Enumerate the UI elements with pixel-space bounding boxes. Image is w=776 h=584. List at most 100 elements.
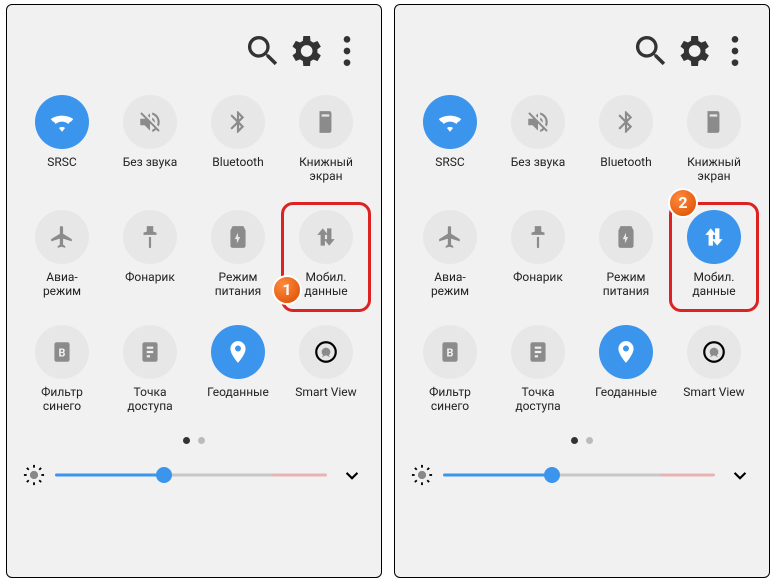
tile-hotspot[interactable]: Точка доступа (110, 325, 190, 414)
book-icon (313, 109, 339, 135)
tile-label: Авиа- режим (43, 270, 81, 299)
tile-mute[interactable]: Без звука (498, 95, 578, 184)
quick-panel-toolbar (407, 29, 757, 73)
tile-book[interactable]: Книжный экран (286, 95, 366, 184)
tile-wifi[interactable]: SRSC (22, 95, 102, 184)
tile-power[interactable]: Режим питания (198, 210, 278, 299)
bluelight-toggle[interactable] (35, 325, 89, 379)
location-toggle[interactable] (599, 325, 653, 379)
tile-label: Мобил. данные (304, 270, 347, 299)
tile-smartview[interactable]: Smart View (674, 325, 754, 414)
step-badge: 2 (668, 188, 698, 218)
brightness-slider[interactable] (443, 464, 715, 486)
settings-button[interactable] (673, 31, 713, 71)
airplane-icon (437, 224, 463, 250)
wifi-icon (437, 109, 463, 135)
tile-mute[interactable]: Без звука (110, 95, 190, 184)
settings-icon (673, 31, 713, 71)
more-button[interactable] (327, 31, 367, 71)
tile-label: Режим питания (215, 270, 262, 299)
tile-bluetooth[interactable]: Bluetooth (198, 95, 278, 184)
tile-location[interactable]: Геоданные (198, 325, 278, 414)
bluetooth-icon (613, 109, 639, 135)
tile-bluelight[interactable]: Фильтр синего (410, 325, 490, 414)
book-toggle[interactable] (299, 95, 353, 149)
hotspot-icon (137, 339, 163, 365)
more-button[interactable] (715, 31, 755, 71)
brightness-row (407, 462, 757, 488)
bluelight-icon (437, 339, 463, 365)
wifi-icon (49, 109, 75, 135)
brightness-slider[interactable] (55, 464, 327, 486)
flashlight-toggle[interactable] (511, 210, 565, 264)
hotspot-toggle[interactable] (511, 325, 565, 379)
quick-panel-toolbar (19, 29, 369, 73)
tile-flashlight[interactable]: Фонарик (110, 210, 190, 299)
brightness-icon (411, 464, 433, 486)
tile-label: Smart View (295, 385, 356, 399)
quick-settings-grid: SRSC Без звука Bluetooth Книжный экран Авиа-… (19, 73, 369, 413)
power-icon (613, 224, 639, 250)
tile-mobiledata[interactable]: Мобил. данные2 (674, 210, 754, 299)
tile-smartview[interactable]: Smart View (286, 325, 366, 414)
search-button[interactable] (631, 31, 671, 71)
smartview-icon (313, 339, 339, 365)
tile-flashlight[interactable]: Фонарик (498, 210, 578, 299)
airplane-icon (49, 224, 75, 250)
location-icon (225, 339, 251, 365)
mute-icon (525, 109, 551, 135)
book-toggle[interactable] (687, 95, 741, 149)
tile-wifi[interactable]: SRSC (410, 95, 490, 184)
tile-label: Bluetooth (600, 155, 651, 169)
tile-label: Фильтр синего (429, 385, 471, 414)
pager-dot (183, 437, 190, 444)
chevron-down-icon (339, 462, 365, 488)
search-button[interactable] (243, 31, 283, 71)
wifi-toggle[interactable] (423, 95, 477, 149)
tile-label: Авиа- режим (431, 270, 469, 299)
tile-label: Bluetooth (212, 155, 263, 169)
hotspot-toggle[interactable] (123, 325, 177, 379)
tile-label: Точка доступа (127, 385, 172, 414)
airplane-toggle[interactable] (35, 210, 89, 264)
tile-label: Книжный экран (687, 155, 741, 184)
smartview-toggle[interactable] (687, 325, 741, 379)
page-indicator (407, 437, 757, 444)
tile-location[interactable]: Геоданные (586, 325, 666, 414)
flashlight-toggle[interactable] (123, 210, 177, 264)
tile-airplane[interactable]: Авиа- режим (410, 210, 490, 299)
power-toggle[interactable] (211, 210, 265, 264)
expand-button[interactable] (339, 462, 365, 488)
smartview-toggle[interactable] (299, 325, 353, 379)
tile-power[interactable]: Режим питания (586, 210, 666, 299)
mobiledata-toggle[interactable] (687, 210, 741, 264)
bluetooth-toggle[interactable] (211, 95, 265, 149)
tile-bluetooth[interactable]: Bluetooth (586, 95, 666, 184)
location-toggle[interactable] (211, 325, 265, 379)
tile-label: Книжный экран (299, 155, 353, 184)
tile-mobiledata[interactable]: Мобил. данные1 (286, 210, 366, 299)
mobiledata-toggle[interactable] (299, 210, 353, 264)
bluetooth-icon (225, 109, 251, 135)
mobiledata-icon (701, 224, 727, 250)
power-toggle[interactable] (599, 210, 653, 264)
airplane-toggle[interactable] (423, 210, 477, 264)
tile-bluelight[interactable]: Фильтр синего (22, 325, 102, 414)
mute-toggle[interactable] (511, 95, 565, 149)
expand-button[interactable] (727, 462, 753, 488)
mute-toggle[interactable] (123, 95, 177, 149)
tile-label: Режим питания (603, 270, 650, 299)
quick-settings-grid: SRSCБез звука Bluetooth Книжный экран Авиа-… (407, 73, 757, 413)
tile-hotspot[interactable]: Точка доступа (498, 325, 578, 414)
smartview-icon (701, 339, 727, 365)
tile-airplane[interactable]: Авиа- режим (22, 210, 102, 299)
tile-label: Smart View (683, 385, 744, 399)
power-icon (225, 224, 251, 250)
bluetooth-toggle[interactable] (599, 95, 653, 149)
tile-label: Без звука (123, 155, 178, 169)
settings-button[interactable] (285, 31, 325, 71)
tile-book[interactable]: Книжный экран (674, 95, 754, 184)
wifi-toggle[interactable] (35, 95, 89, 149)
book-icon (701, 109, 727, 135)
bluelight-toggle[interactable] (423, 325, 477, 379)
